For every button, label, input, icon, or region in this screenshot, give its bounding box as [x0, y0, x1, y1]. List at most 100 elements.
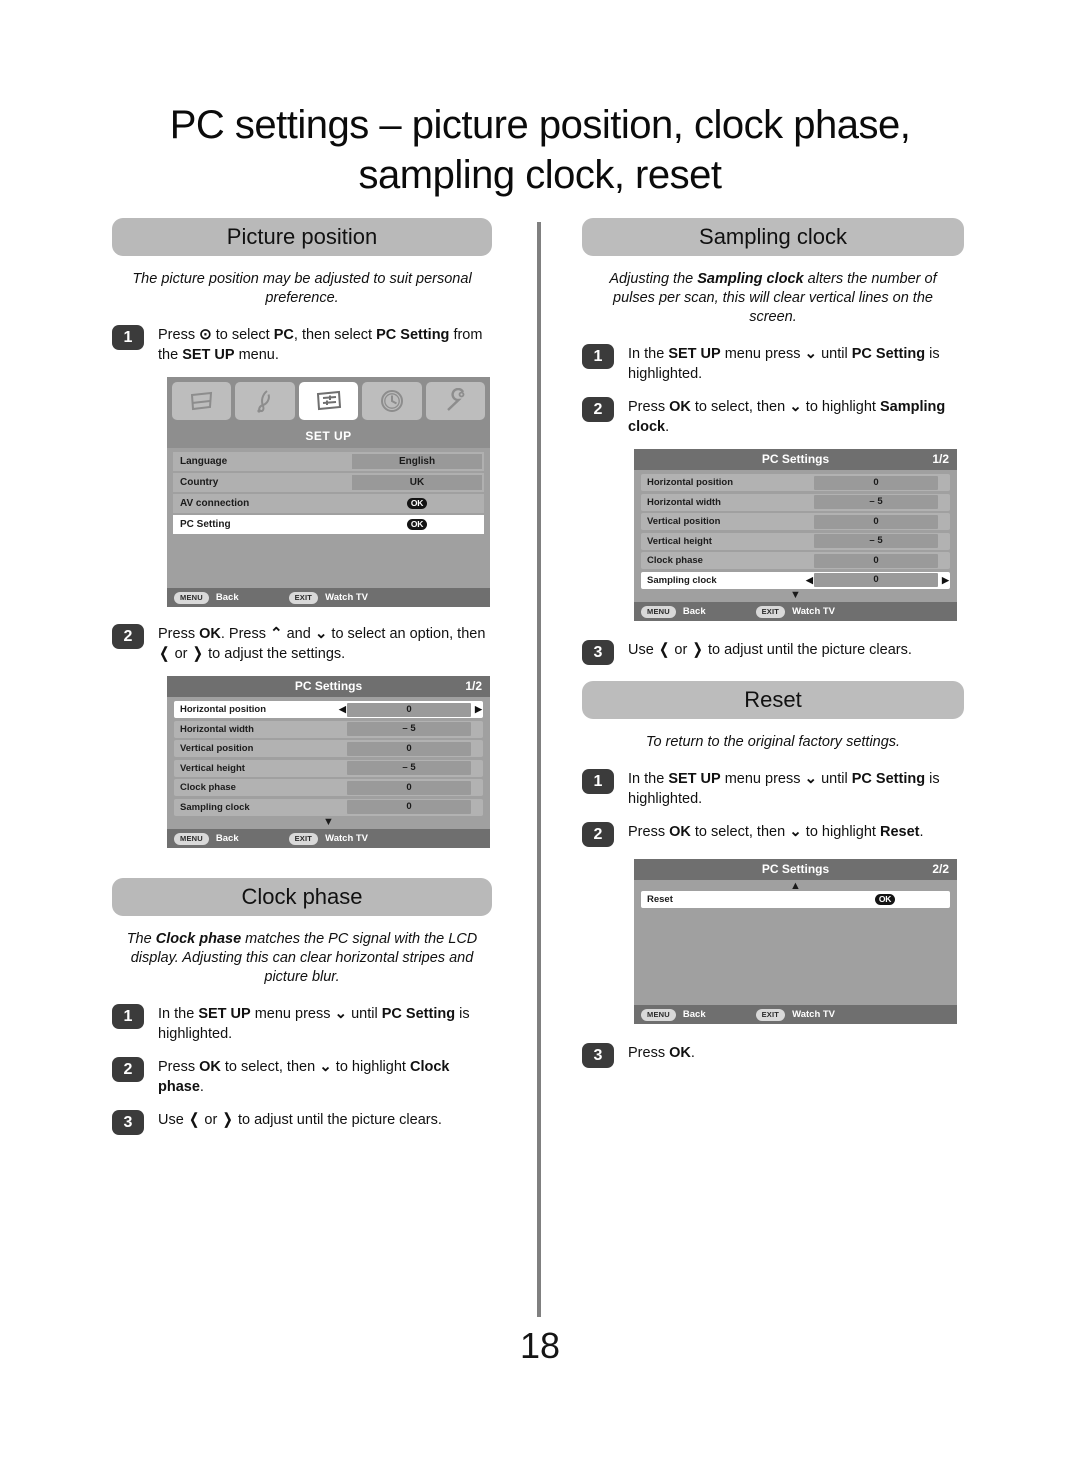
scroll-down-indicator-icon[interactable]: ▼	[174, 817, 483, 828]
pc-settings-row-label: Reset	[647, 894, 673, 905]
pc-settings-row-clock-phase[interactable]: Clock phase ◀ 0 ▶	[641, 552, 950, 569]
pc-settings-row-clock-phase[interactable]: Clock phase ◀ 0 ▶	[174, 779, 483, 796]
menu-key-label: Back	[682, 1009, 706, 1020]
setup-row-language[interactable]: Language English	[173, 452, 484, 471]
clock-icon[interactable]	[362, 381, 422, 420]
exit-key-label: Watch TV	[792, 1009, 836, 1020]
wrench-icon[interactable]	[425, 381, 486, 420]
pc-settings-screenshot-right: PC Settings 1/2 Horizontal position ◀ 0 …	[634, 449, 957, 621]
pc-settings-row-vertical-position[interactable]: Vertical position ◀ 0 ▶	[641, 513, 950, 530]
pc-settings-row-value: 0	[814, 475, 938, 490]
step-text-bold: SET UP	[668, 346, 721, 362]
menu-key-icon[interactable]: MENU	[174, 591, 209, 604]
exit-key-icon[interactable]: EXIT	[288, 832, 319, 845]
pc-settings-title: PC Settings	[761, 452, 830, 466]
increment-arrow-icon[interactable]: ▶	[474, 704, 483, 715]
setup-row-country[interactable]: Country UK	[173, 473, 484, 492]
pc-settings-row-label: Clock phase	[180, 782, 236, 793]
left-column: Picture position The picture position ma…	[112, 218, 492, 1147]
exit-key-icon[interactable]: EXIT	[755, 605, 786, 618]
pc-settings-row-label: Clock phase	[647, 555, 703, 566]
arrow-right-icon: ❭	[191, 645, 205, 662]
step-number-badge: 1	[112, 325, 144, 350]
step-number-badge: 2	[112, 1057, 144, 1082]
step-number-badge: 2	[112, 624, 144, 649]
ok-badge: OK	[406, 519, 428, 530]
step-number-badge: 1	[112, 1004, 144, 1029]
step-text-bold: OK	[669, 399, 691, 415]
arrow-down-icon: ⌄	[334, 1005, 348, 1022]
step-text: In the SET UP menu press ⌄ until PC Sett…	[158, 1003, 492, 1044]
setup-row-value: English	[352, 454, 482, 469]
setup-row-av-connection[interactable]: AV connection OK	[173, 494, 484, 513]
pc-settings-row-label: Vertical position	[180, 743, 254, 754]
menu-key-icon[interactable]: MENU	[641, 605, 676, 618]
exit-key-label: Watch TV	[325, 833, 369, 844]
step-picture-position-1: 1 Press ⊙ to select PC, then select PC S…	[112, 324, 492, 365]
step-text-part: In the	[628, 771, 669, 787]
setup-row-pc-setting[interactable]: PC Setting OK	[173, 515, 484, 534]
pc-settings-row-reset[interactable]: Reset OK	[641, 891, 950, 908]
pc-settings-rows: Horizontal position ◀ 0 ▶ Horizontal wid…	[167, 697, 490, 829]
pc-settings-rows: ▲ Reset OK	[634, 880, 957, 1005]
pc-settings-row-label: Vertical height	[180, 762, 245, 774]
pc-settings-page-indicator: 1/2	[465, 679, 482, 693]
step-reset-2: 2 Press OK to select, then ⌄ to highligh…	[582, 821, 964, 847]
pc-settings-row-value: 0	[814, 514, 938, 529]
step-text-part: until	[347, 1006, 382, 1022]
setup-row-label: Language	[180, 456, 228, 467]
pc-settings-page-indicator: 1/2	[932, 452, 949, 466]
scroll-down-indicator-icon[interactable]: ▼	[641, 590, 950, 601]
arrow-right-icon: ❭	[221, 1111, 234, 1128]
step-reset-3: 3 Press OK.	[582, 1042, 964, 1068]
ok-badge: OK	[406, 498, 428, 509]
step-text-part: to adjust until the picture clears.	[703, 642, 912, 658]
scroll-up-indicator-icon[interactable]: ▲	[641, 881, 950, 892]
picture-icon[interactable]	[172, 381, 232, 420]
picture-position-intro: The picture position may be adjusted to …	[132, 271, 472, 306]
decrement-arrow-icon[interactable]: ◀	[805, 575, 814, 586]
intro-bold: Sampling clock	[697, 271, 804, 287]
step-text-bold: PC Setting	[851, 346, 926, 362]
step-text-part: to select, then	[690, 824, 790, 840]
pc-settings-row-value: 0	[347, 702, 471, 717]
exit-key-icon[interactable]: EXIT	[755, 1008, 786, 1021]
decrement-arrow-icon[interactable]: ◀	[338, 704, 347, 715]
step-text-bold: PC Setting	[376, 327, 450, 343]
pc-settings-row-sampling-clock[interactable]: Sampling clock ◀ 0 ▶	[641, 571, 950, 589]
step-text-part: to select, then	[220, 1059, 320, 1075]
pc-settings-row-horizontal-position[interactable]: Horizontal position ◀ 0 ▶	[641, 474, 950, 491]
step-clock-phase-3: 3 Use ❬ or ❭ to adjust until the picture…	[112, 1109, 492, 1135]
menu-key-icon[interactable]: MENU	[174, 832, 209, 845]
step-text-bold: PC Setting	[381, 1006, 456, 1022]
input-source-icon: ⊙	[199, 326, 212, 343]
step-text-part: menu press	[720, 771, 805, 787]
setup-sliders-icon[interactable]	[298, 381, 359, 420]
sound-icon[interactable]	[235, 381, 295, 420]
step-text-part: or	[170, 646, 192, 662]
arrow-left-icon: ❬	[158, 645, 171, 662]
step-text-part: to highlight	[331, 1059, 410, 1075]
section-header-reset: Reset	[582, 681, 964, 719]
pc-settings-screenshot-reset: PC Settings 2/2 ▲ Reset OK MENU Back EXI…	[634, 859, 957, 1024]
step-text-part: until	[817, 346, 852, 362]
pc-settings-row-horizontal-width[interactable]: Horizontal width ◀ – 5 ▶	[641, 493, 950, 511]
pc-settings-row-vertical-height[interactable]: Vertical height ◀ – 5 ▶	[174, 759, 483, 777]
increment-arrow-icon[interactable]: ▶	[941, 575, 950, 586]
pc-settings-row-value: – 5	[347, 722, 471, 736]
pc-settings-row-vertical-position[interactable]: Vertical position ◀ 0 ▶	[174, 740, 483, 757]
menu-key-icon[interactable]: MENU	[641, 1008, 676, 1021]
pc-settings-row-value: – 5	[814, 495, 938, 509]
step-text-part: Use	[628, 642, 658, 658]
pc-settings-row-horizontal-width[interactable]: Horizontal width ◀ – 5 ▶	[174, 720, 483, 738]
setup-row-label: PC Setting	[180, 519, 231, 530]
pc-settings-row-horizontal-position[interactable]: Horizontal position ◀ 0 ▶	[174, 701, 483, 718]
column-divider	[537, 222, 541, 1317]
setup-row-label: Country	[180, 477, 219, 488]
step-text-bold: Reset	[879, 824, 920, 840]
step-text-part: In the	[628, 346, 669, 362]
pc-settings-row-sampling-clock[interactable]: Sampling clock ◀ 0 ▶	[174, 798, 483, 816]
exit-key-icon[interactable]: EXIT	[288, 591, 319, 604]
intro-part: The	[126, 931, 156, 947]
pc-settings-row-vertical-height[interactable]: Vertical height ◀ – 5 ▶	[641, 532, 950, 550]
